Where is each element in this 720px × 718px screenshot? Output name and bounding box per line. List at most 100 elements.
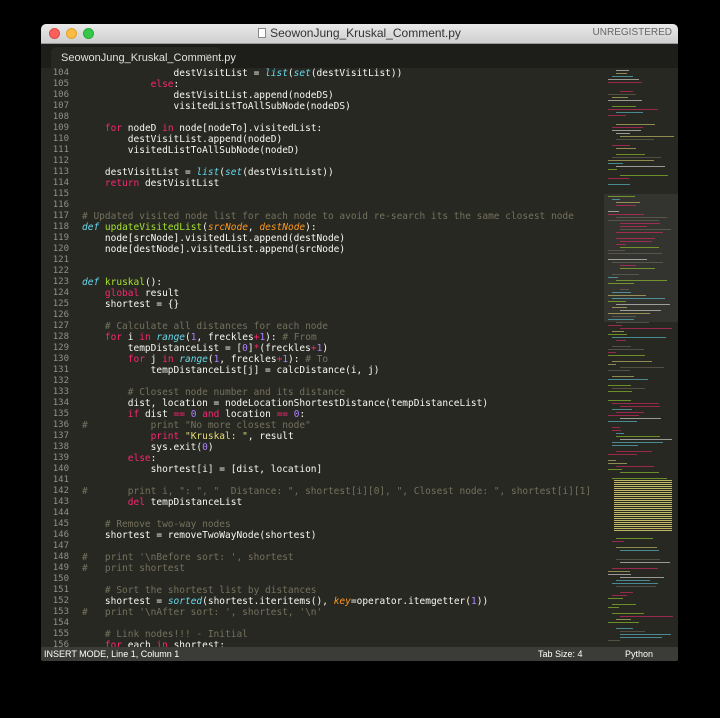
tab-close-icon[interactable]: × [205,51,211,63]
code-token: , freckles [219,354,277,365]
code-line[interactable]: def updateVisitedList(srcNode, destNode)… [82,222,317,233]
code-line[interactable]: destVisitList.append(nodeD) [82,134,282,145]
minimap-line [612,583,658,584]
minimap-line [608,295,646,296]
minimap-line [620,367,664,368]
code-line[interactable]: # print shortest [82,563,185,574]
code-token: "Kruskal: " [184,431,248,442]
code-line[interactable]: # Closest node number and its distance [82,387,345,398]
code-token: def [82,277,100,288]
minimap-line [608,283,634,284]
code-line[interactable]: shortest = removeTwoWayNode(shortest) [82,530,317,541]
minimap-line [608,178,629,179]
code-line[interactable]: if dist == 0 and location == 0: [82,409,305,420]
minimap-line [608,391,632,392]
code-line[interactable]: # print "No more closest node" [82,420,311,431]
code-line[interactable]: destVisitList.append(nodeDS) [82,90,334,101]
code-editor[interactable]: 104 105 106 107 108 109 110 111 112 113 114 115 116 1… [41,68,678,647]
minimap-line [608,160,654,161]
minimap-line [620,592,633,593]
code-token: def [82,222,100,233]
code-line[interactable]: shortest = sorted(shortest.iteritems(), … [82,596,488,607]
code-line[interactable]: else: [82,453,157,464]
code-line[interactable]: # print '\nAfter sort: ', shortest, '\n' [82,607,322,618]
minimap-line [612,409,632,410]
code-line[interactable]: sys.exit(0) [82,442,214,453]
code-indent: # [82,607,105,618]
minimap-line [608,100,642,101]
minimap-line [612,541,624,542]
minimap-line [608,640,620,641]
code-line[interactable]: # print i, ": ", " Distance: ", shortest… [82,486,591,497]
minimap-line [612,445,638,446]
code-line[interactable]: destVisitList = list(set(destVisitList)) [82,167,334,178]
minimap[interactable] [604,68,678,647]
minimap-line [608,211,619,212]
code-line[interactable]: return destVisitList [82,178,219,189]
code-line[interactable]: tempDistanceList = [0]*(freckles+1) [82,343,328,354]
minimap-line [608,622,639,623]
code-line[interactable]: # Calculate all distances for each node [82,321,328,332]
code-line[interactable]: for i in range(1, freckles+1): # From [82,332,317,343]
line-number: 109 [52,123,69,133]
code-line[interactable]: # Link nodes!!! - Initial [82,629,248,640]
code-line[interactable]: else: [82,79,180,90]
code-line[interactable]: # print '\nBefore sort: ', shortest [82,552,294,563]
minimap-line [612,361,652,362]
code-token: shortest: [167,640,226,647]
code-token: , freckles [196,332,254,343]
code-line[interactable]: global result [82,288,179,299]
code-line[interactable]: node[destNode].visitedList.append(srcNod… [82,244,345,255]
code-token: for [104,123,123,134]
minimap-line [616,433,624,434]
minimap-line [612,613,644,614]
code-line[interactable]: for j in range(1, freckles+1): # To [82,354,328,365]
minimap-line [616,538,653,539]
line-number: 142 [52,486,69,496]
code-line[interactable]: # Updated visited node list for each nod… [82,211,574,222]
code-line[interactable]: visitedListToAllSubNode(nodeDS) [82,101,351,112]
code-token: shortest = {} [104,299,180,310]
code-token: in [156,640,168,647]
code-line[interactable]: tempDistanceList[j] = calcDistance(i, j) [82,365,380,376]
code-line[interactable]: # Sort the shortest list by distances [82,585,317,596]
minimap-line [616,202,640,203]
code-line[interactable]: for each in shortest: [82,640,225,647]
code-indent: # [82,563,105,574]
code-line[interactable]: node[srcNode].visitedList.append(destNod… [82,233,345,244]
minimap-line [616,466,654,467]
minimap-line [616,322,649,323]
line-number: 110 [52,134,69,144]
code-line[interactable]: dist, location = nodeLocationShortestDis… [82,398,488,409]
code-line[interactable]: visitedListToAllSubNode(nodeD) [82,145,300,156]
code-token: in [162,123,174,134]
minimap-line [608,334,627,335]
tab-file[interactable]: SeowonJung_Kruskal_Comment.py × [51,47,236,68]
syntax-selector[interactable]: Python [625,649,653,659]
code-line[interactable]: print "Kruskal: ", result [82,431,294,442]
code-line[interactable]: # Remove two-way nodes [82,519,231,530]
title-bar: SeowonJung_Kruskal_Comment.py UNREGISTER… [41,24,678,44]
minimap-line [608,277,618,278]
line-number: 121 [52,255,69,265]
code-token: : [299,409,306,420]
line-number: 136 [52,420,69,430]
code-line[interactable]: del tempDistanceList [82,497,242,508]
minimap-line [608,379,648,380]
minimap-line [616,232,663,233]
minimap-line [616,124,655,125]
line-number: 153 [52,607,69,617]
code-line[interactable]: def kruskal(): [82,277,162,288]
code-line[interactable]: for nodeD in node[nodeTo].visitedList: [82,123,322,134]
minimap-line [612,145,630,146]
code-line[interactable]: shortest[i] = [dist, location] [82,464,323,475]
minimap-line [608,352,616,353]
code-token: ): [305,222,317,233]
code-line[interactable]: shortest = {} [82,299,179,310]
code-line[interactable]: destVisitList = list(set(destVisitList)) [82,68,403,79]
tab-size-selector[interactable]: Tab Size: 4 [538,649,583,659]
